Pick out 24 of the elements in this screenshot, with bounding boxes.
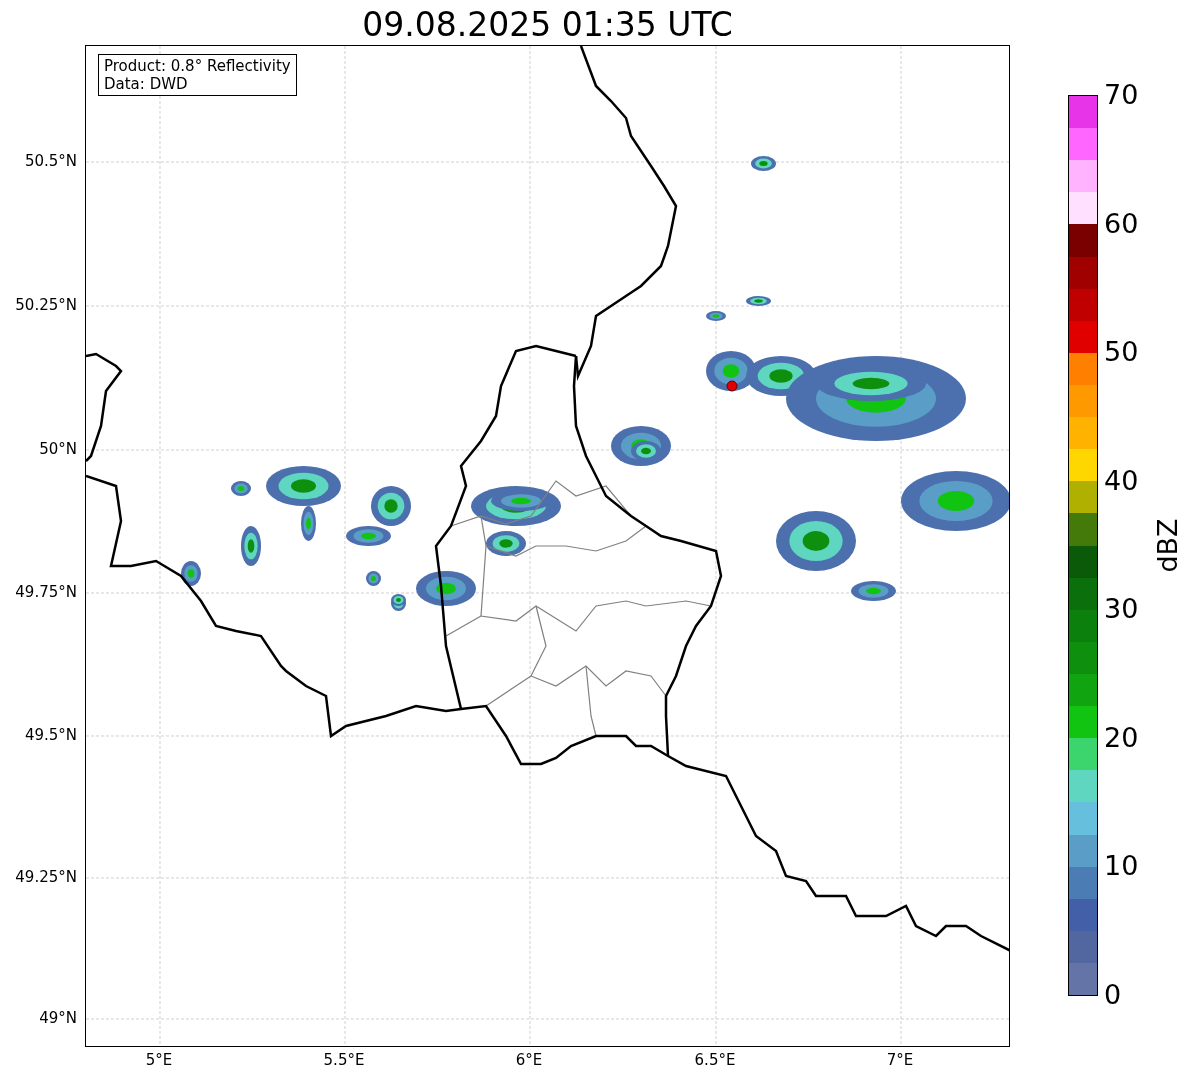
latitude-label: 49.5°N <box>24 728 77 743</box>
latitude-label: 50.25°N <box>15 298 77 313</box>
latitude-label: 49.25°N <box>15 870 77 885</box>
longitude-label: 5°E <box>145 1053 173 1068</box>
colorbar-tick-label: 50 <box>1104 338 1139 366</box>
info-text: Data: DWD <box>104 75 189 93</box>
colorbar-tick-label: 10 <box>1104 852 1139 880</box>
colorbar-tick-label: 20 <box>1104 723 1139 751</box>
latitude-label: 49.75°N <box>15 585 77 600</box>
latitude-label: 50.5°N <box>24 154 77 169</box>
colorbar-label: dBZ <box>1153 518 1181 573</box>
info-text: Product: 0.8° Reflectivity <box>104 57 291 75</box>
latitude-label: 49°N <box>39 1011 77 1026</box>
longitude-label: 6°E <box>515 1053 543 1068</box>
longitude-label: 6.5°E <box>694 1053 736 1068</box>
latitude-label: 50°N <box>39 442 77 457</box>
longitude-label: 7°E <box>886 1053 914 1068</box>
colorbar-tick-label: 40 <box>1104 466 1139 494</box>
longitude-label: 5.5°E <box>323 1053 365 1068</box>
colorbar-tick-label: 30 <box>1104 595 1139 623</box>
colorbar-tick-label: 0 <box>1104 981 1122 1008</box>
colorbar-tick-label: 70 <box>1104 81 1139 108</box>
colorbar-tick-label: 60 <box>1104 209 1139 237</box>
chart-title: 09.08.2025 01:35 UTC <box>362 5 733 45</box>
